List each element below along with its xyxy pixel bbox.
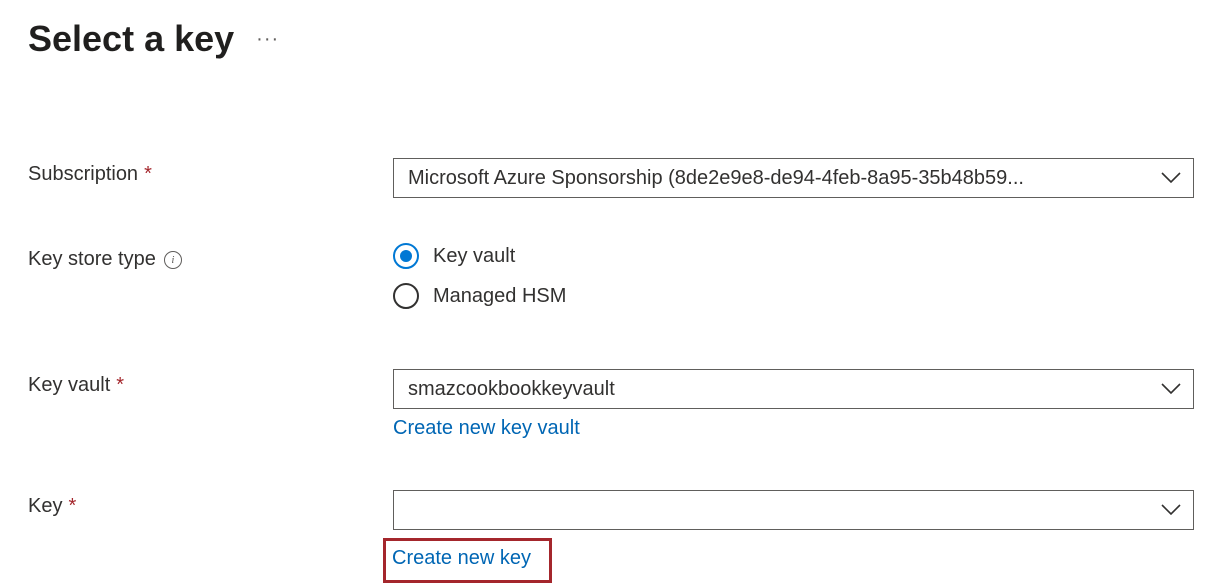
radio-keyvault[interactable]: Key vault bbox=[393, 243, 1194, 269]
create-key-link[interactable]: Create new key bbox=[392, 547, 531, 570]
required-indicator: * bbox=[144, 163, 152, 186]
keystore-label: Key store type bbox=[28, 248, 156, 271]
keyvault-value: smazcookbookkeyvault bbox=[408, 378, 615, 401]
subscription-value: Microsoft Azure Sponsorship (8de2e9e8-de… bbox=[408, 167, 1024, 190]
highlight-box: Create new key bbox=[383, 538, 552, 583]
radio-unselected-icon bbox=[393, 283, 419, 309]
radio-selected-icon bbox=[393, 243, 419, 269]
required-indicator: * bbox=[68, 495, 76, 518]
page-title: Select a key bbox=[28, 18, 234, 60]
keyvault-dropdown[interactable]: smazcookbookkeyvault bbox=[393, 369, 1194, 409]
radio-managedhsm[interactable]: Managed HSM bbox=[393, 283, 1194, 309]
more-actions-icon[interactable]: ··· bbox=[256, 28, 279, 51]
radio-keyvault-label: Key vault bbox=[433, 245, 515, 268]
key-dropdown[interactable] bbox=[393, 490, 1194, 530]
chevron-down-icon bbox=[1161, 172, 1181, 184]
key-label: Key bbox=[28, 495, 62, 518]
info-icon[interactable]: i bbox=[164, 251, 182, 269]
subscription-label: Subscription bbox=[28, 163, 138, 186]
create-keyvault-link[interactable]: Create new key vault bbox=[393, 417, 580, 440]
radio-managedhsm-label: Managed HSM bbox=[433, 285, 566, 308]
chevron-down-icon bbox=[1161, 504, 1181, 516]
subscription-dropdown[interactable]: Microsoft Azure Sponsorship (8de2e9e8-de… bbox=[393, 158, 1194, 198]
keyvault-label: Key vault bbox=[28, 374, 110, 397]
chevron-down-icon bbox=[1161, 383, 1181, 395]
required-indicator: * bbox=[116, 374, 124, 397]
